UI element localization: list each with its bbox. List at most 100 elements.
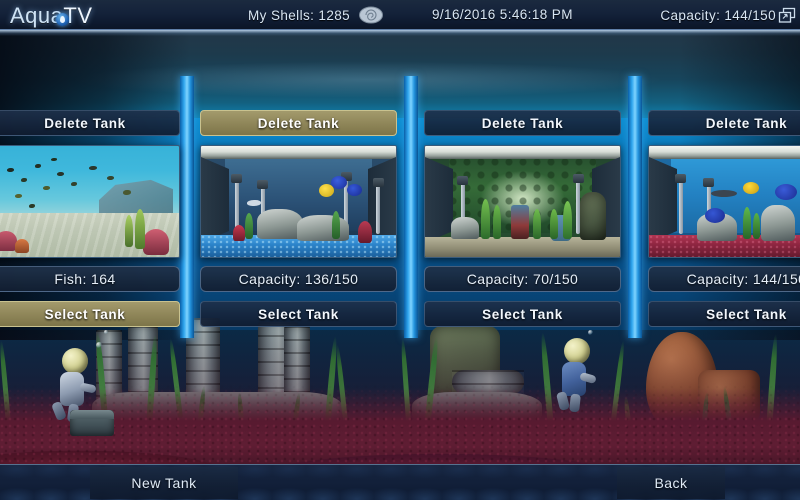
filter-head [257,180,268,189]
fish [51,158,57,161]
fish [711,190,737,197]
plant-decor [332,211,340,239]
tank-panel: Delete Tank [0,110,180,327]
global-capacity: Capacity: 144/150 [660,0,796,30]
coral-decor [143,229,169,255]
plant-decor [550,209,558,239]
system-clock: 9/16/2016 5:46:18 PM [432,7,573,22]
fish [331,176,347,189]
bubble [96,342,102,348]
tank-divider-pillar [404,76,418,338]
select-tank-button[interactable]: Select Tank [200,301,397,327]
shells-label: My Shells: 1285 [248,7,351,23]
tank-side-wall [201,157,229,243]
fish [347,184,362,196]
fish [35,164,41,168]
tank-divider-pillar [180,76,194,338]
plant-decor [563,201,572,239]
plant-decor [135,209,145,249]
bubble [588,330,593,335]
diver-helmet [62,348,88,374]
filter-tube [679,180,683,234]
tank-side-wall [368,157,396,243]
stone-statue-decor [580,192,606,240]
select-tank-button[interactable]: Select Tank [424,301,621,327]
rock-decor [297,215,349,241]
fish [89,166,97,170]
expand-window-icon[interactable] [778,7,796,24]
plant-decor [245,213,253,239]
fish [43,186,50,190]
rock-decor [761,205,795,241]
treasure-chest [70,410,114,436]
tank-panel: Delete Tank [200,110,397,327]
tank-side-wall [649,157,677,243]
coral-decor [233,225,245,241]
aquatv-window: AquaTV My Shells: 1285 9/16/2016 5:46:18… [0,0,800,500]
filter-head [231,174,242,183]
fish [247,200,261,206]
tank-side-wall [425,157,453,243]
delete-tank-button[interactable]: Delete Tank [0,110,180,136]
filter-head [457,176,468,185]
global-capacity-label: Capacity: 144/150 [660,7,776,23]
filter-head [703,178,714,187]
fish [7,168,14,172]
tank-divider-pillar [628,76,642,338]
fish [15,194,22,198]
tank-list: Delete Tank Fish: 164 Select Tank Delete… [0,76,800,338]
tank-info-label: Capacity: 70/150 [424,266,621,292]
new-tank-button[interactable]: New Tank [90,467,238,499]
fish [705,208,725,223]
fish [123,190,131,195]
rock-decor [451,217,479,239]
diver-helmet [564,338,590,364]
app-logo: AquaTV [10,3,128,28]
tank-hood-light [649,146,800,159]
filter-head [373,178,384,187]
filter-head [675,174,686,183]
plant-decor [753,213,760,239]
diver-figure [555,338,616,424]
tank-panel: Delete Tank Capacity: 144/150 Select Tan… [648,110,800,327]
tank-info-label: Capacity: 144/150 [648,266,800,292]
fish [29,204,35,208]
coral-decor [358,221,372,243]
select-tank-button[interactable]: Select Tank [648,301,800,327]
plant-decor [743,207,751,239]
shell-icon [358,5,384,25]
fish [107,176,114,180]
pagoda-decor [511,205,529,239]
fish [743,182,759,194]
fish [57,172,64,176]
tank-preview[interactable] [424,145,621,258]
tank-panel: Delete Tank [424,110,621,327]
shells-counter: My Shells: 1285 [248,0,384,30]
filter-head [573,174,584,183]
tank-preview[interactable] [200,145,397,258]
select-tank-button[interactable]: Select Tank [0,301,180,327]
bottom-action-bar: New Tank Back [0,464,800,500]
delete-tank-button[interactable]: Delete Tank [648,110,800,136]
fish [775,184,797,200]
sand-bed [425,237,620,257]
logo-text-aqua: Aqua [10,2,64,28]
tank-hood-light [425,146,620,159]
filter-tube [376,184,380,234]
top-status-bar: AquaTV My Shells: 1285 9/16/2016 5:46:18… [0,0,800,36]
delete-tank-button[interactable]: Delete Tank [200,110,397,136]
diver-leg [569,393,581,413]
delete-tank-button[interactable]: Delete Tank [424,110,621,136]
tank-info-label: Fish: 164 [0,266,180,292]
water-drop-icon [56,13,69,26]
tank-hood-light [201,146,396,159]
fish [71,182,77,186]
plant-decor [493,205,501,239]
plant-decor [481,199,490,239]
plant-decor [125,215,133,247]
tank-preview[interactable] [0,145,180,258]
bubble [104,330,108,334]
tank-info-label: Capacity: 136/150 [200,266,397,292]
tank-preview[interactable] [648,145,800,258]
back-button[interactable]: Back [617,467,725,499]
